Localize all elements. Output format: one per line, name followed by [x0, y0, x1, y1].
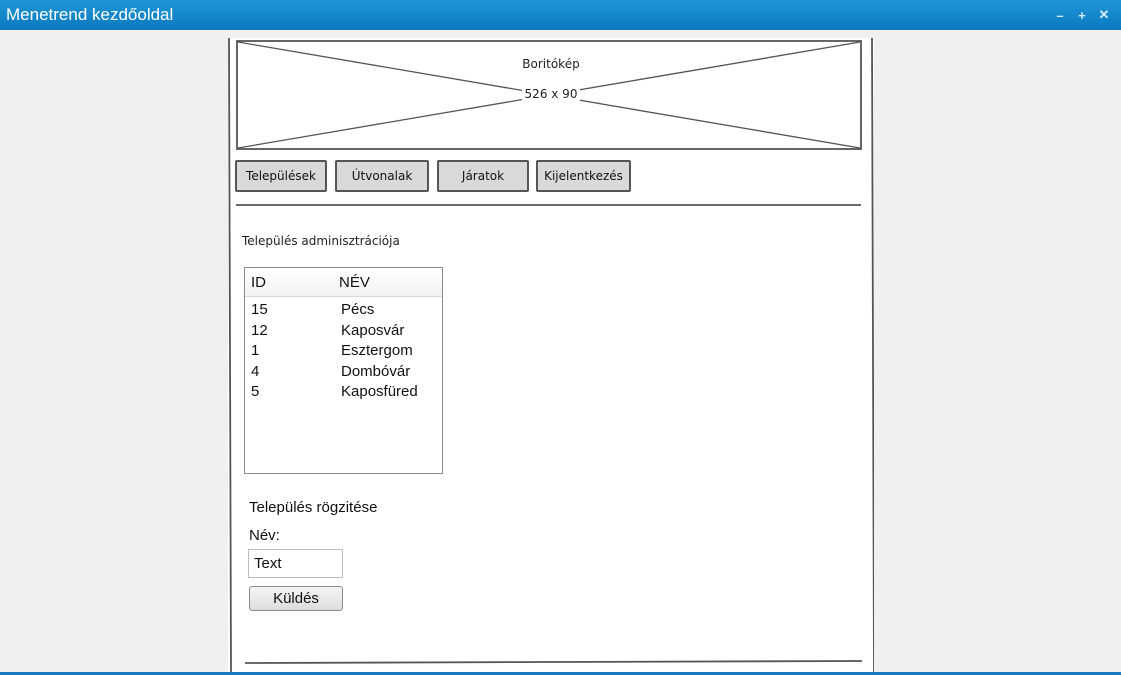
nav-button-jaratok[interactable]: Járatok: [437, 160, 529, 192]
maximize-icon[interactable]: +: [1071, 7, 1093, 23]
close-icon[interactable]: ✕: [1093, 7, 1115, 23]
admin-section-title: Település adminisztrációja: [242, 234, 400, 248]
window-controls: – + ✕: [1049, 7, 1115, 23]
column-header-id[interactable]: ID: [251, 274, 266, 291]
list-item[interactable]: 15 Pécs: [245, 300, 442, 321]
page-left-border: [228, 38, 232, 672]
window-title-bar: Menetrend kezdőoldal – + ✕: [0, 0, 1121, 30]
nav-button-telepulesek[interactable]: Települések: [235, 160, 327, 192]
column-header-name[interactable]: NÉV: [339, 274, 370, 291]
submit-button[interactable]: Küldés: [249, 586, 343, 611]
list-item-name: Dombóvár: [341, 362, 411, 380]
list-item-name: Kaposvár: [341, 321, 405, 339]
list-item-name: Esztergom: [341, 342, 413, 359]
list-item-id: 12: [251, 321, 268, 339]
footer-separator: [244, 660, 863, 664]
form-title: Település rögzitése: [249, 499, 378, 516]
window-title: Menetrend kezdőoldal: [6, 5, 174, 24]
list-item-id: 4: [251, 362, 260, 380]
name-input[interactable]: [248, 549, 343, 578]
list-item-id: 5: [251, 383, 260, 400]
list-item-name: Pécs: [341, 301, 375, 318]
page-right-border: [871, 38, 874, 672]
list-item-name: Kaposfüred: [341, 383, 418, 400]
nav-button-utvonalak[interactable]: Útvonalak: [335, 160, 429, 192]
cover-title: Boritókép: [228, 57, 874, 71]
list-item[interactable]: 4 Dombóvár: [245, 362, 442, 383]
list-header: ID NÉV: [245, 268, 442, 297]
list-item[interactable]: 12 Kaposvár: [245, 321, 442, 342]
cover-size: 526 x 90: [228, 87, 874, 101]
list-item-id: 1: [251, 342, 260, 359]
name-field-label: Név:: [249, 527, 280, 544]
list-item[interactable]: 5 Kaposfüred: [245, 382, 442, 403]
wireframe-page: Boritókép 526 x 90 Települések Útvonalak…: [228, 38, 874, 672]
list-item[interactable]: 1 Esztergom: [245, 341, 442, 362]
nav-button-kijelentkezes[interactable]: Kijelentkezés: [536, 160, 631, 192]
settlement-list[interactable]: ID NÉV 15 Pécs 12 Kaposvár 1 Esztergom 4…: [244, 267, 443, 474]
list-item-id: 15: [251, 301, 268, 318]
minimize-icon[interactable]: –: [1049, 7, 1071, 23]
